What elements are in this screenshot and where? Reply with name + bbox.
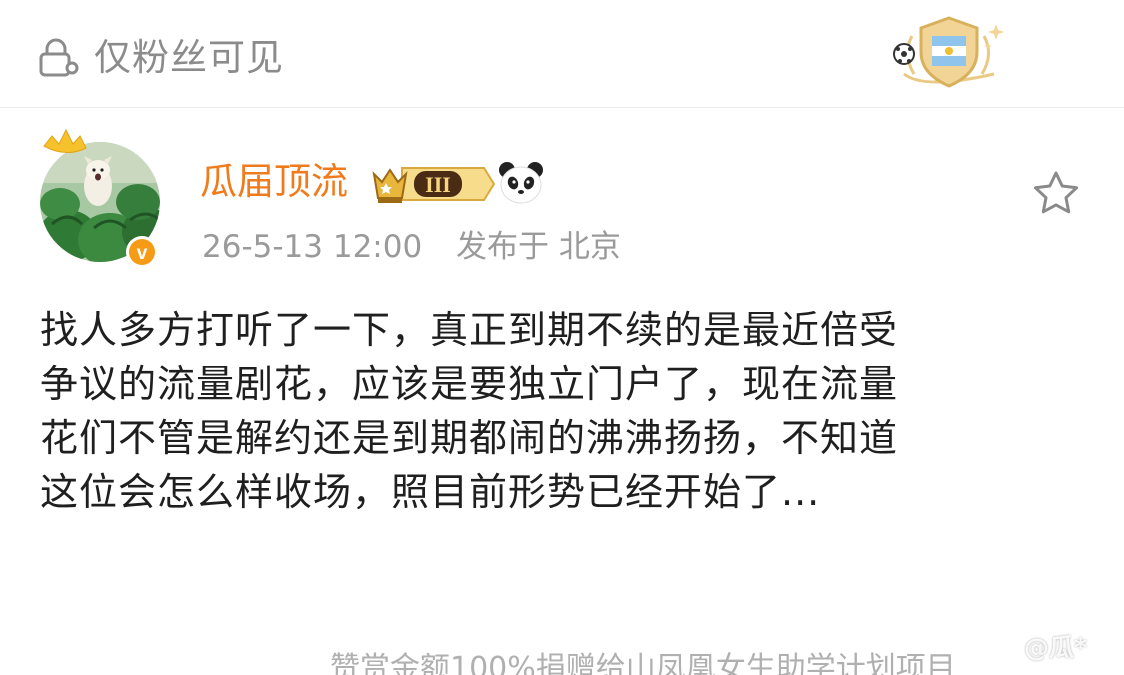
post-content-line: 花们不管是解约还是到期都闹的沸沸扬扬，不知道 [40, 416, 899, 460]
visibility-label: 仅粉丝可见 [94, 36, 284, 79]
header-bar: 仅粉丝可见 [0, 0, 1124, 108]
post-time: 26-5-13 12:00 [202, 229, 423, 265]
lock-icon [39, 38, 79, 77]
donation-notice: 赞赏金额100%捐赠给山凤凰女生助学计划项目 [330, 640, 1120, 675]
post-content-line: 这位会怎么样收场，照目前形势已经开始了... [40, 470, 821, 514]
post-location: 发布于 北京 [456, 229, 621, 265]
vip-level-text: III [425, 172, 451, 197]
post-content-line: 找人多方打听了一下，真正到期不续的是最近倍受 [40, 308, 899, 352]
svg-text:v: v [137, 243, 148, 264]
post-content-line: 争议的流量剧花，应该是要独立门户了，现在流量 [40, 362, 899, 406]
vip-level-badge: III [372, 167, 496, 203]
donation-text: 赞赏金额100%捐赠给山凤凰女生助学计划项目 [330, 651, 956, 675]
watermark: @瓜* [1024, 633, 1088, 662]
avatar[interactable]: v [38, 128, 164, 270]
author-name[interactable]: 瓜届顶流 [200, 158, 348, 206]
panda-icon [499, 162, 543, 204]
argentina-fan-badge-icon[interactable] [884, 12, 1014, 96]
post-content: 找人多方打听了一下，真正到期不续的是最近倍受 争议的流量剧花，应该是要独立门户了… [40, 303, 1060, 519]
favorite-star-icon[interactable] [1030, 168, 1082, 218]
